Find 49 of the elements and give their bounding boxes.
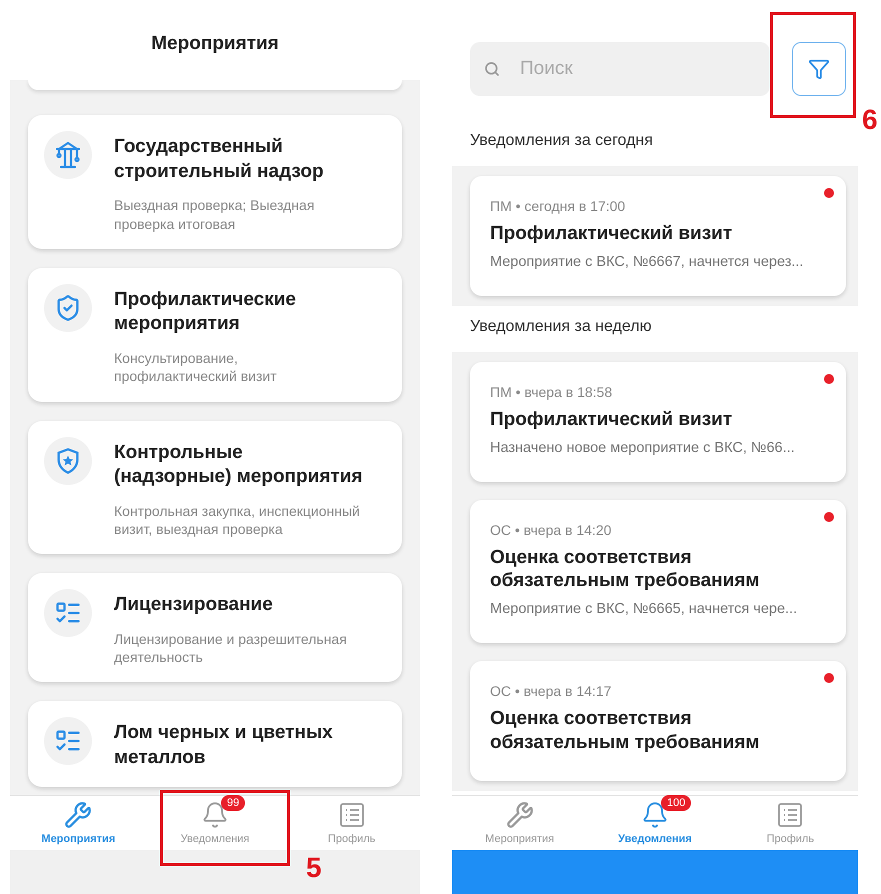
tab-bar-item[interactable]: 100 Уведомления xyxy=(587,796,723,850)
category-subtitle: Выездная проверка; Выездная проверка итоговая xyxy=(114,196,316,233)
annotation-number: 6 xyxy=(862,104,878,136)
notification-title: Профилактический визит xyxy=(490,222,734,246)
notification-card[interactable]: ПМ • сегодня в 17:00 Профилактический визит Мероприятие с ВКС, №6667, начнется через... xyxy=(470,176,846,296)
section-heading: Уведомления за сегодня xyxy=(469,131,654,151)
notification-title: Оценка соответствия обязательным требованиям xyxy=(490,546,760,593)
notification-preview: Назначено новое мероприятие с ВКС, №66... xyxy=(490,440,796,456)
notification-preview: Мероприятие с ВКС, №6665, начнется чере... xyxy=(490,601,798,617)
category-card[interactable]: Лом черных и цветных металлов xyxy=(28,701,402,787)
search-field[interactable]: Поиск xyxy=(470,42,770,96)
notification-title: Профилактический визит xyxy=(490,408,734,432)
category-card[interactable]: Лицензирование Лицензирование и разрешительная деятельность xyxy=(28,573,402,682)
annotation-number: 5 xyxy=(306,852,322,884)
category-card[interactable]: Контрольные (надзорные) мероприятия Контрольная закупка, инспекционный визит, выездная проверка xyxy=(28,420,402,554)
notification-card[interactable]: ПМ • вчера в 18:58 Профилактический визит Назначено новое мероприятие с ВКС, №66... xyxy=(470,362,846,482)
search-icon xyxy=(484,61,500,77)
category-title: Государственный строительный надзор xyxy=(114,135,325,184)
category-subtitle: Лицензирование и разрешительная деятельность xyxy=(114,630,348,666)
filter-icon xyxy=(808,58,830,80)
notification-title: Оценка соответствия обязательным требованиям xyxy=(490,707,760,754)
notification-meta: ОС • вчера в 14:20 xyxy=(490,522,612,538)
notification-meta: ПМ • вчера в 18:58 xyxy=(490,384,614,400)
wrench-icon xyxy=(64,801,92,829)
category-card[interactable]: Государственный строительный надзор Выездная проверка; Выездная проверка итоговая xyxy=(28,115,402,249)
category-subtitle: Консультирование, профилактический визит xyxy=(114,349,278,386)
notification-card[interactable]: ОС • вчера в 14:20 Оценка соответствия обязательным требованиям Мероприятие с ВКС, №6665, начнется чере... xyxy=(470,500,846,643)
category-title: Профилактические мероприятия xyxy=(114,288,297,336)
category-title: Лом черных и цветных металлов xyxy=(114,721,334,770)
count-badge: 100 xyxy=(660,795,692,811)
notification-card[interactable]: ОС • вчера в 14:17 Оценка соответствия обязательным требованиям xyxy=(470,661,846,780)
tab-bar-item[interactable]: 99 Уведомления xyxy=(146,796,284,850)
count-badge: 99 xyxy=(221,795,246,811)
bell-icon xyxy=(640,801,669,829)
category-subtitle: Контрольная закупка, инспекционный визит, выездная проверка xyxy=(114,502,361,538)
category-title: Контрольные (надзорные) мероприятия xyxy=(114,440,364,490)
wrench-icon xyxy=(506,801,534,829)
bell-icon xyxy=(201,801,229,829)
section-heading: Уведомления за неделю xyxy=(469,316,653,337)
screen-title: Мероприятия xyxy=(151,33,279,55)
list-icon xyxy=(338,801,366,829)
notification-preview: Мероприятие с ВКС, №6667, начнется через... xyxy=(490,254,804,270)
filter-button[interactable] xyxy=(792,42,846,96)
category-card[interactable]: Профилактические мероприятия Консультирование, профилактический визит xyxy=(28,268,402,402)
category-title: Лицензирование xyxy=(114,593,274,618)
notification-meta: ОС • вчера в 14:17 xyxy=(490,683,612,699)
notification-meta: ПМ • сегодня в 17:00 xyxy=(490,198,626,214)
search-input[interactable]: Поиск xyxy=(518,57,718,81)
list-icon xyxy=(776,801,804,829)
